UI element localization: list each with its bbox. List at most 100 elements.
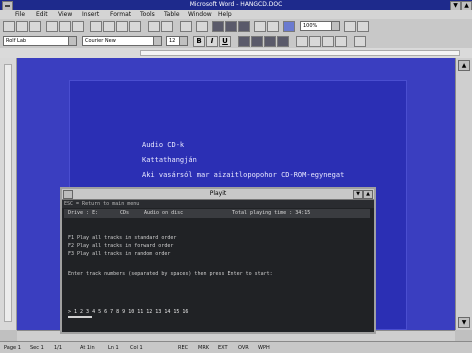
menu-window[interactable]: Window (188, 10, 212, 19)
menu-tools[interactable]: Tools (140, 10, 155, 19)
vertical-ruler-scale (4, 64, 12, 322)
print-preview-icon[interactable] (59, 21, 71, 32)
font-size-value: 12 (169, 38, 176, 44)
zoom-select[interactable]: 100% (300, 21, 340, 31)
help-icon[interactable] (357, 21, 369, 32)
show-hide-icon[interactable] (283, 21, 295, 32)
status-ovr[interactable]: OVR (238, 342, 249, 353)
document-line-1: Audio CD-k (142, 141, 185, 149)
paste-icon[interactable] (116, 21, 128, 32)
dos-drive: Drive : E: (68, 210, 99, 216)
justify-icon[interactable] (277, 36, 289, 47)
insert-excel-icon[interactable] (225, 21, 237, 32)
cut-icon[interactable] (90, 21, 102, 32)
vertical-scrollbar[interactable]: ▲ ▼ (455, 58, 472, 330)
status-at: At 1in (80, 345, 95, 351)
menu-file[interactable]: File (15, 10, 25, 19)
menu-table[interactable]: Table (164, 10, 180, 19)
status-rec[interactable]: REC (178, 342, 188, 353)
document-line-2: Kattathangján (142, 156, 197, 164)
copy-icon[interactable] (103, 21, 115, 32)
chevron-down-icon (153, 37, 161, 45)
zoom-value: 100% (303, 23, 318, 29)
scroll-up-icon[interactable]: ▲ (458, 60, 470, 71)
bullets-icon[interactable] (309, 36, 321, 47)
align-center-icon[interactable] (251, 36, 263, 47)
insert-table-icon[interactable] (212, 21, 224, 32)
dos-prompt: Enter track numbers (separated by spaces… (68, 271, 273, 277)
word-app-window: Microsoft Word - HANGCD.DOC ▼ ▲ File Edi… (0, 0, 472, 353)
columns-icon[interactable] (238, 21, 250, 32)
formatting-toolbar: Rolf Lab Courier New 12 B I U (0, 34, 472, 49)
dos-maximize-button[interactable]: ▲ (363, 190, 373, 199)
status-page: Page 1 (4, 345, 21, 351)
dos-header-bar: Drive : E: CDs Audio on disc Total playi… (64, 209, 370, 218)
status-mrk[interactable]: MRK (198, 342, 209, 353)
status-page-count: 1/1 (54, 345, 63, 351)
italic-button[interactable]: I (206, 36, 218, 47)
drawing-icon[interactable] (254, 21, 266, 32)
bold-button[interactable]: B (193, 36, 205, 47)
open-folder-icon[interactable] (16, 21, 28, 32)
menu-format[interactable]: Format (110, 10, 131, 19)
standard-toolbar: 100% (0, 19, 472, 35)
dos-total-time: Total playing time : 34:15 (232, 210, 311, 216)
document-line-3: Aki vasársól mar aizaitlopopohor CD-ROM-… (142, 171, 345, 179)
dos-track-row[interactable]: > 1 2 3 4 5 6 7 8 9 10 11 12 13 14 15 16 (68, 309, 188, 315)
ruler-scale (140, 50, 460, 56)
style-value: Rolf Lab (6, 38, 27, 44)
status-section: Sec 1 (30, 345, 44, 351)
chart-icon[interactable] (267, 21, 279, 32)
align-right-icon[interactable] (264, 36, 276, 47)
decrease-indent-icon[interactable] (322, 36, 334, 47)
dos-option-2[interactable]: F2 Play all tracks in forward order (68, 243, 173, 249)
dos-option-3[interactable]: F3 Play all tracks in random order (68, 251, 170, 257)
status-column: Col 1 (130, 345, 143, 351)
status-bar: Page 1 Sec 1 1/1 At 1in Ln 1 Col 1 REC M… (0, 341, 472, 353)
print-icon[interactable] (46, 21, 58, 32)
style-select[interactable]: Rolf Lab (3, 36, 77, 46)
playit-dos-window[interactable]: Playit ▼ ▲ ESC = Return to main menu Dri… (60, 187, 376, 334)
dos-option-1[interactable]: F1 Play all tracks in standard order (68, 235, 176, 241)
redo-icon[interactable] (161, 21, 173, 32)
dos-system-menu-icon[interactable] (63, 190, 73, 199)
dos-audio: Audio on disc (144, 210, 184, 216)
vertical-ruler[interactable] (0, 58, 17, 330)
menu-insert[interactable]: Insert (82, 10, 99, 19)
chevron-down-icon (68, 37, 76, 45)
dos-title-bar: Playit ▼ ▲ (62, 189, 374, 200)
status-ext[interactable]: EXT (218, 342, 228, 353)
font-size-select[interactable]: 12 (166, 36, 188, 46)
autoformat-icon[interactable] (180, 21, 192, 32)
font-select[interactable]: Courier New (82, 36, 162, 46)
tipwizard-icon[interactable] (344, 21, 356, 32)
format-painter-icon[interactable] (129, 21, 141, 32)
scroll-down-icon[interactable]: ▼ (458, 317, 470, 328)
chevron-down-icon (179, 37, 187, 45)
insert-address-icon[interactable] (196, 21, 208, 32)
new-document-icon[interactable] (3, 21, 15, 32)
increase-indent-icon[interactable] (335, 36, 347, 47)
dos-minimize-button[interactable]: ▼ (353, 190, 363, 199)
title-bar: Microsoft Word - HANGCD.DOC ▼ ▲ (0, 0, 472, 11)
dos-cursor (68, 316, 92, 318)
save-disk-icon[interactable] (29, 21, 41, 32)
numbering-icon[interactable] (296, 36, 308, 47)
window-title: Microsoft Word - HANGCD.DOC (189, 1, 283, 8)
undo-icon[interactable] (148, 21, 160, 32)
font-value: Courier New (85, 38, 116, 44)
menu-edit[interactable]: Edit (36, 10, 48, 19)
dos-help-line: ESC = Return to main menu (62, 200, 374, 208)
underline-button[interactable]: U (219, 36, 231, 47)
spelling-icon[interactable] (72, 21, 84, 32)
dos-cds: CDs (120, 210, 130, 216)
status-line: Ln 1 (108, 345, 119, 351)
borders-icon[interactable] (354, 36, 366, 47)
menu-bar: File Edit View Insert Format Tools Table… (0, 10, 472, 19)
status-wph[interactable]: WPH (258, 342, 270, 353)
align-left-icon[interactable] (238, 36, 250, 47)
chevron-down-icon (331, 22, 339, 30)
menu-view[interactable]: View (58, 10, 72, 19)
menu-help[interactable]: Help (218, 10, 232, 19)
dos-window-title: Playit (209, 190, 227, 197)
